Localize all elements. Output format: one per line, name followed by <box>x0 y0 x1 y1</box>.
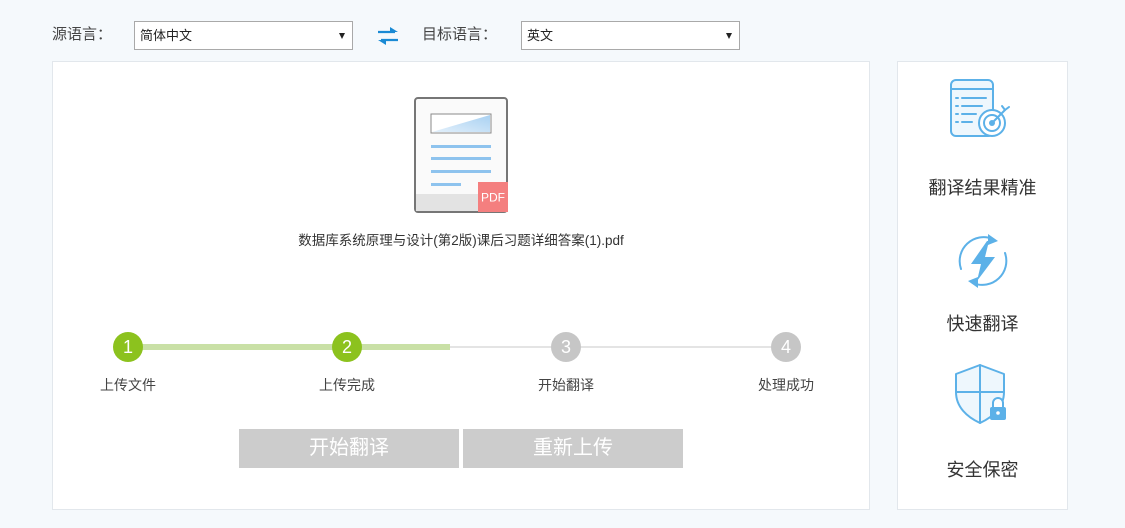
step-number: 4 <box>771 332 801 362</box>
feature-label: 快速翻译 <box>946 314 1019 334</box>
step-number: 2 <box>332 332 362 362</box>
pdf-badge-label: PDF <box>481 191 505 205</box>
step-label: 处理成功 <box>758 377 814 393</box>
features-panel: 翻译结果精准 快速翻译 安全保密 <box>897 61 1068 510</box>
source-language-label: 源语言： <box>52 26 113 43</box>
target-language-label: 目标语言： <box>422 26 498 43</box>
reupload-button[interactable]: 重新上传 <box>463 429 683 468</box>
file-name: 数据库系统原理与设计(第2版)课后习题详细答案(1).pdf <box>298 233 624 248</box>
dropdown-arrow-icon <box>339 33 345 39</box>
pdf-file-icon: PDF <box>414 97 508 213</box>
step-number: 3 <box>551 332 581 362</box>
shield-lock-icon <box>955 364 1006 424</box>
feature-label: 翻译结果精准 <box>928 178 1037 198</box>
target-document-icon <box>950 79 1010 137</box>
source-language-value: 简体中文 <box>140 28 193 43</box>
feature-label: 安全保密 <box>946 460 1019 480</box>
lightning-refresh-icon <box>958 234 1008 288</box>
target-language-select[interactable]: 英文 <box>521 21 740 50</box>
start-translation-button[interactable]: 开始翻译 <box>239 429 459 468</box>
target-language-value: 英文 <box>527 28 554 43</box>
step-number: 1 <box>113 332 143 362</box>
progress-fill <box>128 344 451 350</box>
progress-track <box>128 344 786 350</box>
swap-arrows-icon[interactable] <box>376 26 400 46</box>
dropdown-arrow-icon <box>726 33 732 39</box>
step-label: 上传完成 <box>319 377 375 393</box>
step-label: 开始翻译 <box>538 377 594 393</box>
source-language-select[interactable]: 简体中文 <box>134 21 353 50</box>
upload-panel: PDF 数据库系统原理与设计(第2版)课后习题详细答案(1).pdf 1 上传文… <box>52 61 870 510</box>
step-label: 上传文件 <box>100 377 156 393</box>
